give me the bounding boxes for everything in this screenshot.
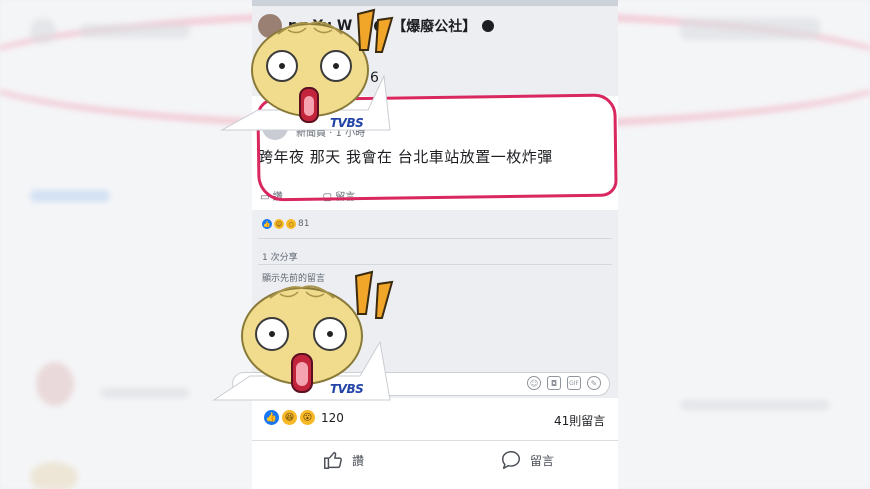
reactions-count: 120: [321, 410, 344, 425]
exclamation-icon: [356, 8, 394, 53]
like-reaction-icon: 👍: [262, 219, 272, 229]
bullet-icon: [482, 20, 495, 32]
blurred-text: [680, 400, 830, 410]
comment-input-icons: ☺ ◘ GIF ✎: [527, 376, 601, 390]
emoji-icon[interactable]: ☺: [527, 376, 541, 390]
comments-count[interactable]: 41則留言: [554, 412, 605, 429]
divider: [258, 238, 612, 239]
blurred-sticker: [36, 362, 74, 406]
gif-icon[interactable]: GIF: [567, 376, 581, 390]
haha-reaction-icon: ☺: [274, 219, 284, 229]
exclamation-icon: [354, 270, 394, 319]
tvbs-watermark: TVBS: [330, 382, 364, 396]
wow-reaction-icon: ○: [286, 219, 296, 229]
like-button[interactable]: 讚: [322, 449, 364, 471]
wow-reaction-icon: 😮: [300, 410, 315, 425]
blurred-text: [80, 24, 190, 38]
quoted-reactions-count: 81: [298, 219, 310, 229]
blurred-text: [100, 388, 190, 398]
post-reactions[interactable]: 👍 😆 😮 120: [264, 410, 344, 425]
thumbs-up-icon: [324, 451, 342, 469]
like-label: 讚: [352, 453, 365, 468]
blurred-reactions: [30, 190, 110, 202]
like-reaction-icon: 👍: [264, 410, 279, 425]
comment-button[interactable]: 留言: [500, 449, 554, 471]
sticker-icon[interactable]: ✎: [587, 376, 601, 390]
speech-bubble-icon: [502, 451, 520, 469]
share-count[interactable]: 1 次分享: [262, 250, 298, 263]
tvbs-watermark: TVBS: [330, 116, 364, 130]
quoted-reactions[interactable]: 👍 ☺ ○ 81: [262, 219, 309, 229]
bun-mascot-sticker: [220, 8, 394, 131]
comment-label: 留言: [530, 453, 555, 468]
bun-mascot-sticker: [212, 270, 394, 401]
camera-icon[interactable]: ◘: [547, 376, 561, 390]
divider: [252, 440, 618, 441]
divider: [258, 264, 612, 265]
blurred-sticker: [30, 462, 78, 489]
blurred-text: [680, 18, 820, 40]
blurred-avatar: [30, 18, 56, 44]
haha-reaction-icon: 😆: [282, 410, 297, 425]
